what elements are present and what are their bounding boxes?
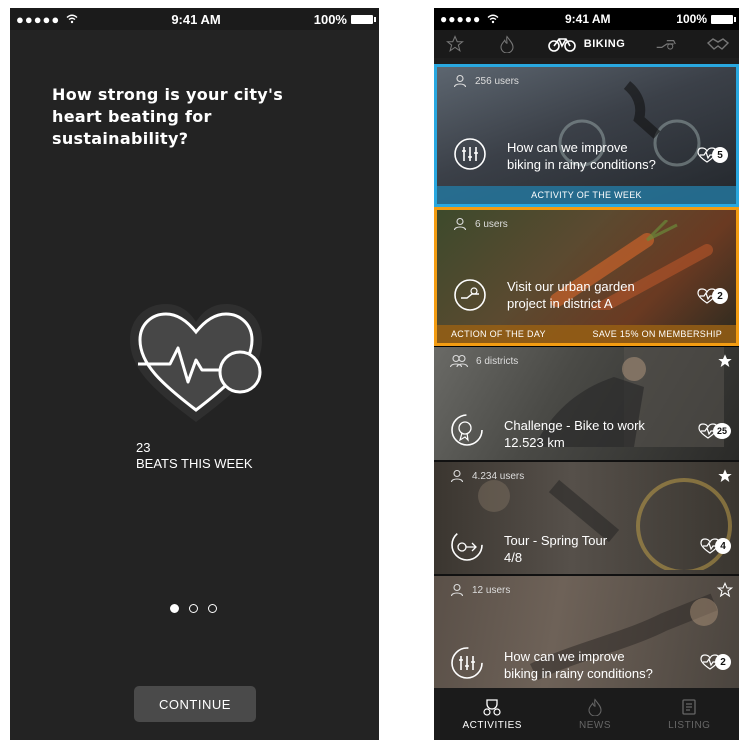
star-icon: [446, 35, 464, 52]
tab-news[interactable]: NEWS: [579, 697, 612, 731]
activity-card[interactable]: 6 districts Challenge - Bike to work 12.…: [434, 346, 739, 460]
card-meta: 256 users: [453, 74, 519, 88]
heart-count-badge: 2: [715, 654, 731, 670]
tab-listing[interactable]: LISTING: [668, 698, 710, 731]
category-nav: BIKING: [434, 30, 739, 58]
flame-icon: [588, 697, 602, 716]
user-icon: [450, 583, 464, 597]
card-title: How can we improve biking in rainy condi…: [507, 140, 656, 172]
heart-count-badge: 25: [713, 423, 731, 439]
banner-label: ACTION OF THE DAY: [451, 329, 546, 339]
bottom-tab-bar: ACTIVITIES NEWS LISTING: [434, 688, 739, 740]
hand-coin-icon: [454, 279, 486, 311]
card-meta: 6 districts: [450, 354, 518, 368]
card-meta: 12 users: [450, 583, 510, 597]
card-title: Tour - Spring Tour 4/8: [504, 533, 608, 565]
status-time: 9:41 AM: [564, 12, 611, 26]
heart-count-badge: 5: [712, 147, 728, 163]
flame-icon: [500, 35, 514, 53]
activity-card[interactable]: 6 users Visit our urban garden project i…: [434, 207, 739, 346]
tab-label: ACTIVITIES: [462, 719, 522, 731]
heart-count[interactable]: 25: [698, 423, 731, 439]
card-participants: 12 users: [472, 584, 511, 596]
bicycle-trophy-icon: [483, 698, 501, 716]
page-dot-2[interactable]: [189, 604, 198, 613]
tab-activities[interactable]: ACTIVITIES: [463, 698, 522, 731]
onboarding-headline: How strong is your city's heart beating …: [52, 85, 284, 148]
action-of-day-banner: ACTION OF THE DAY SAVE 15% ON MEMBERSHIP: [437, 325, 736, 343]
bicycle-icon: [547, 38, 576, 52]
star-filled-icon[interactable]: [717, 468, 733, 484]
onboarding-screen: ●●●●● 9:41 AM 100% How strong is your ci…: [10, 8, 379, 740]
category-biking-label: BIKING: [583, 38, 626, 50]
activity-of-week-banner: ACTIVITY OF THE WEEK: [437, 186, 736, 204]
category-biking[interactable]: BIKING: [547, 36, 626, 52]
group-icon: [450, 354, 468, 368]
activity-feed: 256 users How can we improve biking in r…: [434, 64, 739, 690]
category-favorites[interactable]: [444, 35, 466, 53]
category-community[interactable]: [707, 35, 729, 53]
wifi-icon: [487, 14, 499, 24]
card-participants: 6 users: [475, 218, 508, 230]
wifi-icon: [66, 14, 78, 24]
battery-icon: [711, 14, 736, 24]
user-icon: [453, 217, 467, 231]
route-icon: [451, 529, 483, 561]
heart-count-badge: 2: [712, 288, 728, 304]
banner-label: ACTIVITY OF THE WEEK: [531, 190, 642, 200]
heart-count[interactable]: 2: [697, 288, 728, 304]
status-bar-feed: ●●●●● 9:41 AM 100%: [434, 8, 739, 30]
activity-card[interactable]: 256 users How can we improve biking in r…: [434, 64, 739, 207]
feed-screen: ●●●●● 9:41 AM 100% BIKING 256 users How …: [434, 8, 739, 740]
beats-counter: 23 BEATS THIS WEEK: [136, 440, 253, 472]
activity-card[interactable]: 4.234 users Tour - Spring Tour 4/8 4: [434, 460, 739, 574]
heart-count[interactable]: 4: [700, 538, 731, 554]
signal-icon: ●●●●●: [16, 11, 61, 27]
category-sharing[interactable]: [655, 35, 677, 53]
battery-percent: 100%: [313, 11, 347, 27]
equalizer-icon: [451, 647, 483, 679]
category-energy[interactable]: [496, 35, 518, 53]
award-badge-icon: [451, 414, 483, 446]
status-bar: ●●●●● 9:41 AM 100%: [10, 8, 379, 30]
scroll-icon: [682, 698, 696, 715]
heart-count[interactable]: 2: [700, 654, 731, 670]
card-title: How can we improve biking in rainy condi…: [504, 649, 653, 681]
battery-percent: 100%: [676, 12, 707, 26]
card-title: Challenge - Bike to work 12.523 km: [504, 418, 645, 450]
membership-offer[interactable]: SAVE 15% ON MEMBERSHIP: [593, 329, 722, 339]
hand-coin-icon: [656, 40, 676, 50]
page-dot-3[interactable]: [208, 604, 217, 613]
card-participants: 256 users: [475, 75, 519, 87]
tab-label: LISTING: [668, 719, 711, 731]
user-icon: [453, 74, 467, 88]
card-title: Visit our urban garden project in distri…: [507, 279, 635, 311]
page-dot-1[interactable]: [170, 604, 179, 613]
heart-count[interactable]: 5: [697, 147, 728, 163]
signal-icon: ●●●●●: [440, 12, 482, 26]
tab-label: NEWS: [579, 719, 612, 731]
equalizer-icon: [454, 138, 486, 170]
battery-icon: [350, 14, 376, 24]
beats-count: 23: [136, 440, 151, 455]
card-meta: 4.234 users: [450, 469, 524, 483]
heart-pulse-icon: [126, 300, 266, 430]
star-filled-icon[interactable]: [717, 353, 733, 369]
status-time: 9:41 AM: [171, 11, 221, 27]
continue-button[interactable]: CONTINUE: [134, 686, 256, 722]
card-participants: 6 districts: [476, 355, 519, 367]
card-participants: 4.234 users: [472, 470, 525, 482]
handshake-icon: [707, 38, 729, 50]
card-meta: 6 users: [453, 217, 508, 231]
page-indicator: [170, 604, 217, 613]
heart-count-badge: 4: [715, 538, 731, 554]
activity-card[interactable]: 12 users How can we improve biking in ra…: [434, 574, 739, 690]
beats-label: BEATS THIS WEEK: [136, 456, 253, 471]
user-icon: [450, 469, 464, 483]
star-outline-icon[interactable]: [717, 582, 733, 598]
